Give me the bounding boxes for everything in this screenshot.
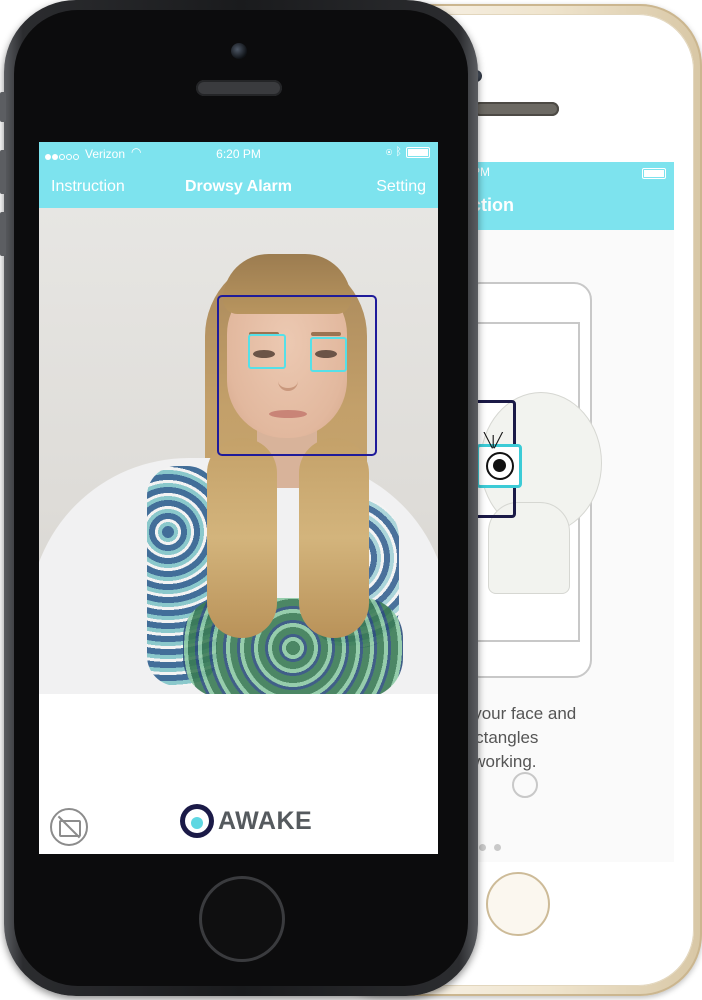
instruction-header: 5 PM uction [458, 162, 674, 230]
eyelash-icon: ╲|╱ [484, 432, 502, 448]
logo-text: AWAKE [218, 806, 313, 835]
illustration-home-button [512, 772, 538, 798]
person-pigtail-right [299, 438, 369, 638]
app-screen: Verizon ◠ 6:20 PM ◉ ᛒ Instruction Drowsy… [39, 142, 438, 854]
left-eye-detection-box [248, 334, 286, 369]
location-icon: ◉ [385, 146, 393, 158]
page-dot[interactable] [479, 844, 486, 851]
volume-up-button [0, 150, 6, 194]
awake-logo: AWAKE [180, 804, 312, 844]
eye-logo-icon [180, 804, 214, 838]
face-detection-box [217, 295, 377, 456]
battery-icon [642, 168, 666, 179]
bottom-bar: AWAKE [39, 694, 438, 854]
instruction-screen: 5 PM uction ╲|╱ s your face and rectangl… [458, 162, 674, 862]
nav-bar: Instruction Drowsy Alarm Setting [39, 168, 438, 208]
front-speaker [196, 80, 282, 96]
page-dot[interactable] [494, 844, 501, 851]
instruction-text: s your face and rectangles s working. [460, 702, 672, 774]
front-camera [231, 43, 247, 59]
instruction-line: s your face and [460, 704, 577, 723]
back-phone-home-button [486, 872, 550, 936]
setting-button[interactable]: Setting [376, 178, 426, 196]
mute-switch [0, 92, 6, 122]
right-eye-detection-box [310, 337, 347, 372]
person-pigtail-left [207, 438, 277, 638]
bluetooth-icon: ᛒ [395, 146, 402, 158]
front-phone: Verizon ◠ 6:20 PM ◉ ᛒ Instruction Drowsy… [0, 0, 478, 996]
camera-preview [39, 208, 438, 694]
instruction-line: s working. [460, 752, 537, 771]
volume-down-button [0, 212, 6, 256]
status-time: 6:20 PM [216, 147, 261, 161]
status-bar: Verizon ◠ 6:20 PM ◉ ᛒ [39, 142, 438, 168]
home-button [199, 876, 285, 962]
back-phone-speaker [473, 102, 559, 116]
eye-icon [486, 452, 514, 480]
instruction-button[interactable]: Instruction [51, 178, 125, 196]
camera-off-icon[interactable] [50, 808, 88, 846]
status-right-icons: ◉ ᛒ [386, 146, 430, 158]
instruction-line: rectangles [460, 728, 539, 747]
battery-icon [406, 146, 430, 158]
